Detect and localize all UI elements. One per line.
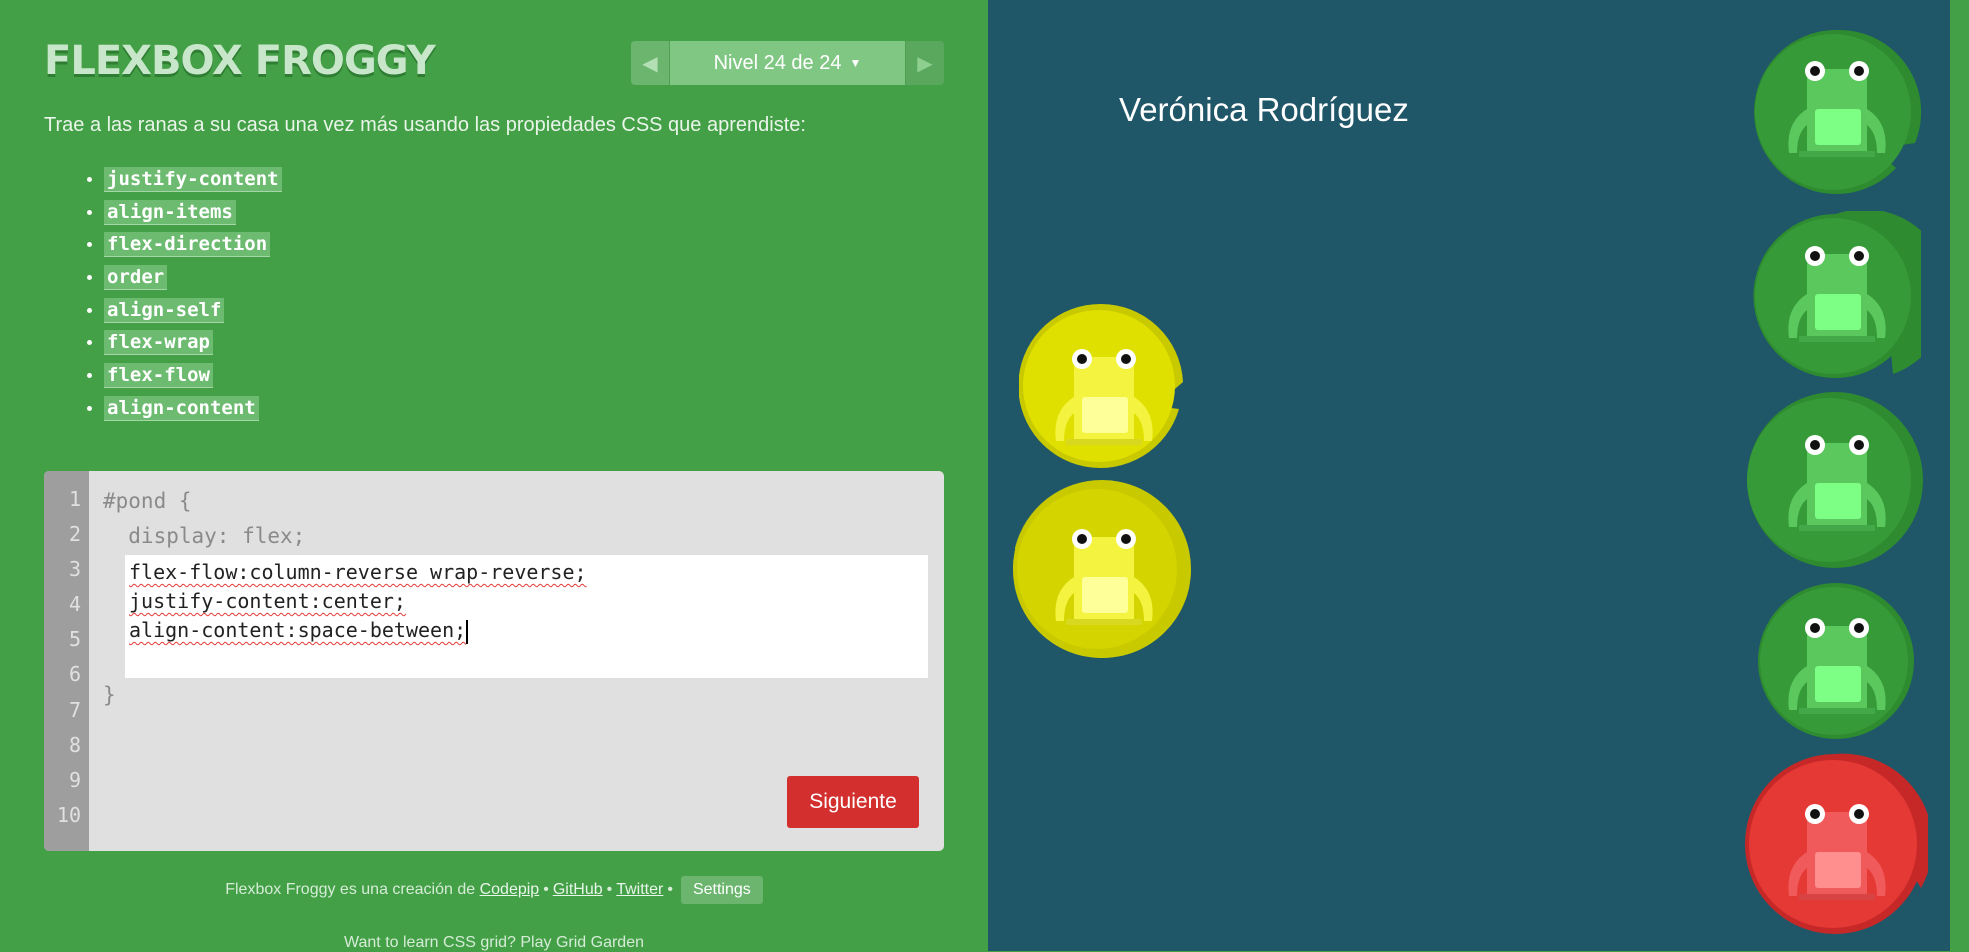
property-code[interactable]: justify-content [104,167,282,192]
code-input[interactable]: flex-flow:column-reverse wrap-reverse; j… [125,555,928,678]
line-number: 5 [68,627,81,652]
frog-yellow [1055,349,1153,445]
property-code[interactable]: flex-flow [104,363,213,389]
twitter-link[interactable]: Twitter [616,881,663,898]
github-link[interactable]: GitHub [553,881,603,898]
text-cursor [466,619,469,644]
right-edge [1950,0,1969,951]
property-code[interactable]: order [104,265,168,291]
frog-green [1788,618,1886,714]
level-label: Nivel 24 de 24 [713,51,842,74]
next-button[interactable]: Siguiente [787,776,919,828]
line-number: 3 [68,557,81,582]
next-level-button[interactable]: ▶ [906,41,944,85]
username: Verónica Rodríguez [1119,91,1409,128]
property-item: align-self [104,294,282,327]
property-item: align-content [104,392,282,425]
property-code[interactable]: align-items [104,199,236,225]
grid-garden-link[interactable]: Want to learn CSS grid? Play Grid Garden [0,934,988,952]
triangle-left-icon: ◀ [642,51,658,75]
sidebar: FLEXBOX FROGGY ◀ Nivel 24 de 24 ▼ ▶ Trae… [0,0,988,951]
settings-button[interactable]: Settings [680,876,763,904]
property-item: align-items [104,196,282,229]
level-indicator[interactable]: Nivel 24 de 24 ▼ [669,41,906,85]
property-code[interactable]: align-content [104,395,259,421]
credit-text: Flexbox Froggy es una creación de [225,881,476,898]
line-number: 4 [68,592,81,617]
property-item: flex-direction [104,228,282,261]
property-code[interactable]: flex-wrap [104,330,213,356]
input-line: justify-content:center; [129,589,406,613]
line-number: 10 [56,802,81,827]
property-code[interactable]: align-self [104,297,225,323]
property-item: flex-flow [104,359,282,392]
property-item: flex-wrap [104,326,282,359]
code-line-display: display: flex; [103,524,306,548]
previous-level-button[interactable]: ◀ [631,41,669,85]
instructions-text: Trae a las ranas a su casa una vez más u… [44,114,806,136]
line-number: 7 [68,697,81,722]
line-number: 2 [68,522,81,547]
code-line-close: } [103,683,116,707]
frog-green [1788,246,1886,342]
input-line: flex-flow:column-reverse wrap-reverse; [129,560,587,584]
frog-red [1788,804,1886,900]
frog-green [1788,435,1886,531]
line-number: 8 [68,732,81,757]
credits: Flexbox Froggy es una creación de Codepi… [0,876,988,904]
line-number-gutter: 1 2 3 4 5 6 7 8 9 10 [44,471,89,851]
frog-yellow [1055,529,1153,625]
frog-green [1788,61,1886,157]
line-number: 9 [68,767,81,792]
property-item: justify-content [104,163,282,196]
input-line: align-content:space-between; [129,618,467,642]
logo: FLEXBOX FROGGY [44,38,436,84]
caret-down-icon: ▼ [849,56,862,70]
code-line-selector: #pond { [103,489,192,513]
css-editor: 1 2 3 4 5 6 7 8 9 10 #pond { display: fl… [44,471,944,851]
triangle-right-icon: ▶ [917,51,933,75]
line-number: 1 [68,487,81,511]
line-number: 6 [68,662,81,687]
property-code[interactable]: flex-direction [104,232,271,258]
level-navigation: ◀ Nivel 24 de 24 ▼ ▶ [631,41,944,85]
codepip-link[interactable]: Codepip [480,881,540,898]
property-list: justify-content align-items flex-directi… [76,163,282,425]
property-item: order [104,261,282,294]
